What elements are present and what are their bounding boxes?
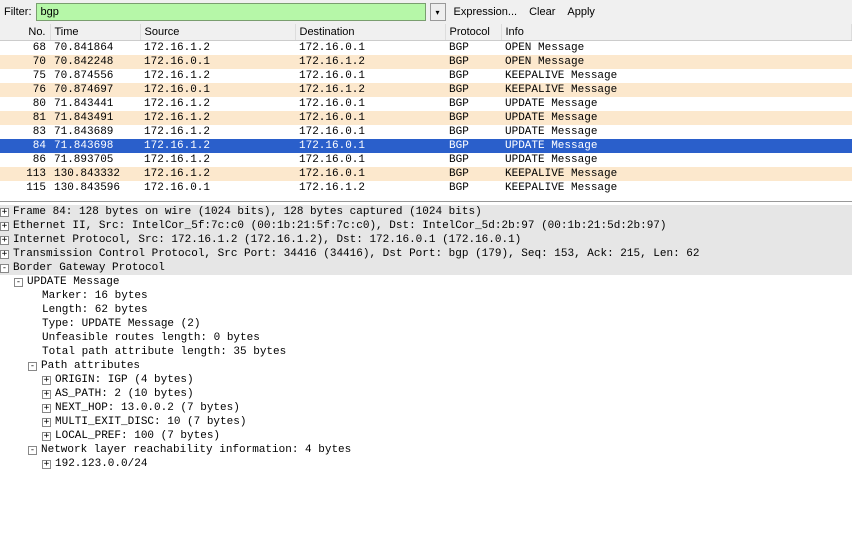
expand-icon[interactable]: +: [0, 236, 9, 245]
collapse-icon[interactable]: -: [28, 446, 37, 455]
detail-bgp[interactable]: -Border Gateway Protocol: [0, 261, 852, 275]
detail-unfeasible: Unfeasible routes length: 0 bytes: [0, 331, 852, 345]
detail-frame[interactable]: +Frame 84: 128 bytes on wire (1024 bits)…: [0, 205, 852, 219]
expand-icon[interactable]: +: [42, 404, 51, 413]
detail-marker: Marker: 16 bytes: [0, 289, 852, 303]
collapse-icon[interactable]: -: [0, 264, 9, 273]
filter-dropdown-icon[interactable]: ▾: [430, 3, 446, 21]
detail-aspath[interactable]: +AS_PATH: 2 (10 bytes): [0, 387, 852, 401]
table-row[interactable]: 113130.843332172.16.1.2172.16.0.1BGPKEEP…: [0, 167, 852, 181]
packet-details-pane: +Frame 84: 128 bytes on wire (1024 bits)…: [0, 201, 852, 471]
col-header-info[interactable]: Info: [501, 24, 852, 41]
expand-icon[interactable]: +: [0, 208, 9, 217]
collapse-icon[interactable]: -: [14, 278, 23, 287]
detail-ethernet[interactable]: +Ethernet II, Src: IntelCor_5f:7c:c0 (00…: [0, 219, 852, 233]
table-row[interactable]: 6870.841864172.16.1.2172.16.0.1BGPOPEN M…: [0, 41, 852, 56]
detail-tcp[interactable]: +Transmission Control Protocol, Src Port…: [0, 247, 852, 261]
detail-nlri[interactable]: -Network layer reachability information:…: [0, 443, 852, 457]
detail-localpref[interactable]: +LOCAL_PREF: 100 (7 bytes): [0, 429, 852, 443]
table-row[interactable]: 115130.843596172.16.0.1172.16.1.2BGPKEEP…: [0, 181, 852, 195]
detail-totalpath: Total path attribute length: 35 bytes: [0, 345, 852, 359]
table-row[interactable]: 7670.874697172.16.0.1172.16.1.2BGPKEEPAL…: [0, 83, 852, 97]
apply-button[interactable]: Apply: [563, 5, 599, 19]
expand-icon[interactable]: +: [42, 418, 51, 427]
expand-icon[interactable]: +: [42, 460, 51, 469]
detail-type: Type: UPDATE Message (2): [0, 317, 852, 331]
col-header-time[interactable]: Time: [50, 24, 140, 41]
filter-input[interactable]: [36, 3, 426, 21]
filter-label: Filter:: [4, 6, 32, 18]
expand-icon[interactable]: +: [42, 376, 51, 385]
table-row[interactable]: 8471.843698172.16.1.2172.16.0.1BGPUPDATE…: [0, 139, 852, 153]
detail-origin[interactable]: +ORIGIN: IGP (4 bytes): [0, 373, 852, 387]
col-header-protocol[interactable]: Protocol: [445, 24, 501, 41]
filter-toolbar: Filter: ▾ Expression... Clear Apply: [0, 0, 852, 24]
detail-nexthop[interactable]: +NEXT_HOP: 13.0.0.2 (7 bytes): [0, 401, 852, 415]
detail-ip[interactable]: +Internet Protocol, Src: 172.16.1.2 (172…: [0, 233, 852, 247]
detail-update[interactable]: -UPDATE Message: [0, 275, 852, 289]
expand-icon[interactable]: +: [42, 432, 51, 441]
table-row[interactable]: 8371.843689172.16.1.2172.16.0.1BGPUPDATE…: [0, 125, 852, 139]
collapse-icon[interactable]: -: [28, 362, 37, 371]
detail-pathattr[interactable]: -Path attributes: [0, 359, 852, 373]
expand-icon[interactable]: +: [42, 390, 51, 399]
col-header-destination[interactable]: Destination: [295, 24, 445, 41]
expression-button[interactable]: Expression...: [450, 5, 522, 19]
expand-icon[interactable]: +: [0, 222, 9, 231]
col-header-no[interactable]: No.: [0, 24, 50, 41]
clear-button[interactable]: Clear: [525, 5, 559, 19]
table-row[interactable]: 7070.842248172.16.0.1172.16.1.2BGPOPEN M…: [0, 55, 852, 69]
table-row[interactable]: 8071.843441172.16.1.2172.16.0.1BGPUPDATE…: [0, 97, 852, 111]
packet-list-header[interactable]: No. Time Source Destination Protocol Inf…: [0, 24, 852, 41]
col-header-source[interactable]: Source: [140, 24, 295, 41]
packet-list-table: No. Time Source Destination Protocol Inf…: [0, 24, 852, 195]
expand-icon[interactable]: +: [0, 250, 9, 259]
table-row[interactable]: 7570.874556172.16.1.2172.16.0.1BGPKEEPAL…: [0, 69, 852, 83]
detail-length: Length: 62 bytes: [0, 303, 852, 317]
table-row[interactable]: 8171.843491172.16.1.2172.16.0.1BGPUPDATE…: [0, 111, 852, 125]
detail-prefix[interactable]: +192.123.0.0/24: [0, 457, 852, 471]
detail-med[interactable]: +MULTI_EXIT_DISC: 10 (7 bytes): [0, 415, 852, 429]
table-row[interactable]: 8671.893705172.16.1.2172.16.0.1BGPUPDATE…: [0, 153, 852, 167]
